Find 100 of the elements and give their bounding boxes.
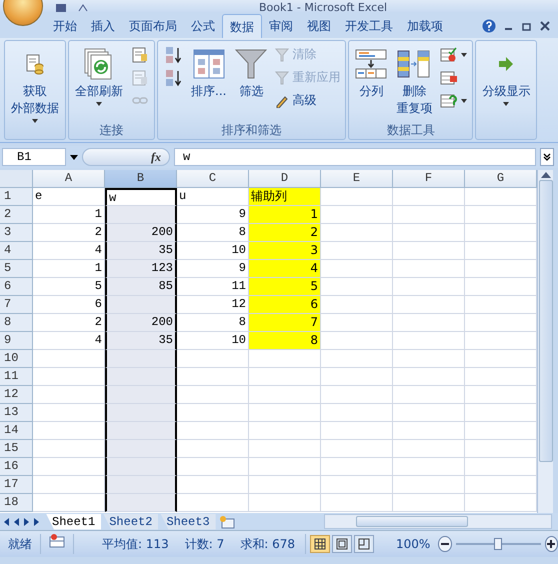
ribbon-button[interactable]: 筛选 [232, 43, 270, 102]
row-header[interactable]: 12 [0, 386, 33, 404]
column-header[interactable]: D [249, 170, 321, 188]
table-cell [393, 440, 465, 458]
view-button[interactable] [310, 535, 330, 553]
restore-icon[interactable] [522, 21, 532, 31]
row-header[interactable]: 5 [0, 260, 33, 278]
grid-icon [314, 538, 326, 550]
ribbon-tab[interactable]: 加载项 [400, 14, 450, 38]
ribbon-button[interactable]: 删除 重复项 [393, 43, 436, 119]
row-header[interactable]: 10 [0, 350, 33, 368]
ribbon-tab[interactable]: 插入 [84, 14, 122, 38]
row-header[interactable]: 13 [0, 404, 33, 422]
formula-input-field[interactable]: w [174, 148, 536, 166]
document-database-icon [24, 53, 46, 75]
table-cell: 123 [105, 260, 177, 278]
table-cell [393, 404, 465, 422]
ribbon-tab[interactable]: 开始 [46, 14, 84, 38]
insert-sheet-icon[interactable] [218, 514, 236, 528]
ribbon-button[interactable]: 获取 外部数据 [8, 43, 62, 125]
table-cell [393, 458, 465, 476]
name-box[interactable]: B1 [2, 148, 66, 166]
table-cell: 5 [249, 278, 321, 296]
filter-funnel-icon [235, 48, 268, 80]
table-cell: 200 [105, 224, 177, 242]
horizontal-scrollbar[interactable] [324, 514, 552, 529]
sort-icon [163, 68, 183, 88]
record-macro-icon[interactable] [49, 534, 65, 548]
ribbon-button[interactable]: 高级 [273, 91, 342, 110]
row-header[interactable]: 7 [0, 296, 33, 314]
ribbon-button[interactable]: 分列 [352, 43, 390, 102]
column-header[interactable]: E [321, 170, 393, 188]
table-cell [321, 440, 393, 458]
ribbon-tab[interactable]: 公式 [184, 14, 222, 38]
expand-button[interactable] [540, 148, 554, 166]
status-stat: 计数: 7 [184, 536, 224, 553]
column-header[interactable]: C [177, 170, 249, 188]
help-icon[interactable] [482, 19, 496, 33]
sheet-tab[interactable]: Sheet1 [46, 514, 102, 530]
zoom-in-button[interactable] [544, 536, 558, 552]
row-header[interactable]: 9 [0, 332, 33, 350]
sheet-tab[interactable]: Sheet2 [103, 514, 158, 530]
table-cell: 200 [105, 314, 177, 332]
ribbon-button[interactable]: 全部刷新 [72, 43, 126, 108]
sort-dialog-icon [192, 49, 225, 79]
row-header[interactable]: 11 [0, 368, 33, 386]
row-header[interactable]: 2 [0, 206, 33, 224]
column-header[interactable]: F [393, 170, 465, 188]
ribbon-tab[interactable]: 开发工具 [338, 14, 400, 38]
table-cell [249, 440, 321, 458]
table-cell [249, 422, 321, 440]
row-header[interactable]: 6 [0, 278, 33, 296]
vertical-scrollbar[interactable] [537, 170, 553, 513]
table-cell: 4 [249, 260, 321, 278]
page-icon [336, 538, 348, 550]
column-header[interactable]: G [465, 170, 537, 188]
close-icon[interactable] [540, 21, 550, 31]
insert-function-button[interactable]: fx [82, 148, 170, 166]
table-cell [177, 476, 249, 494]
ribbon-tab[interactable]: 视图 [300, 14, 338, 38]
row-header[interactable]: 16 [0, 458, 33, 476]
zoom-level[interactable]: 100% [378, 537, 438, 551]
slider-thumb[interactable] [494, 538, 502, 550]
row-header[interactable]: 3 [0, 224, 33, 242]
zoom-slider[interactable] [456, 538, 541, 550]
ribbon-tab[interactable]: 数据 [222, 14, 262, 38]
dropdown-caret-icon[interactable] [70, 154, 78, 160]
table-cell [321, 386, 393, 404]
table-cell [177, 350, 249, 368]
row-header[interactable]: 14 [0, 422, 33, 440]
status-text: 就绪 [0, 534, 41, 554]
table-cell: 7 [249, 314, 321, 332]
column-header[interactable]: A [33, 170, 105, 188]
row-header[interactable]: 15 [0, 440, 33, 458]
row-header[interactable]: 18 [0, 494, 33, 512]
ribbon-tab[interactable]: 审阅 [262, 14, 300, 38]
view-button[interactable] [332, 535, 352, 553]
what-if-icon [440, 92, 458, 108]
table-cell [321, 404, 393, 422]
sheet-tab[interactable]: Sheet3 [160, 514, 216, 530]
row-header[interactable]: 8 [0, 314, 33, 332]
table-cell [393, 350, 465, 368]
view-button[interactable] [354, 535, 374, 553]
table-cell [177, 368, 249, 386]
filter-icon [275, 48, 290, 62]
table-cell [177, 422, 249, 440]
ribbon-tab[interactable]: 页面布局 [122, 14, 184, 38]
row-header[interactable]: 4 [0, 242, 33, 260]
validation-icon [440, 46, 458, 62]
ribbon-button[interactable]: 排序... [188, 43, 230, 102]
table-cell [393, 386, 465, 404]
ribbon-button[interactable]: 分级显示 [479, 43, 534, 108]
column-header[interactable]: B [105, 170, 177, 188]
scroll-up-icon[interactable] [540, 172, 550, 178]
zoom-out-button[interactable] [438, 536, 452, 552]
table-cell [249, 386, 321, 404]
row-header[interactable]: 1 [0, 188, 33, 206]
table-cell [321, 368, 393, 386]
double-chevron-icon [543, 153, 551, 161]
row-header[interactable]: 17 [0, 476, 33, 494]
